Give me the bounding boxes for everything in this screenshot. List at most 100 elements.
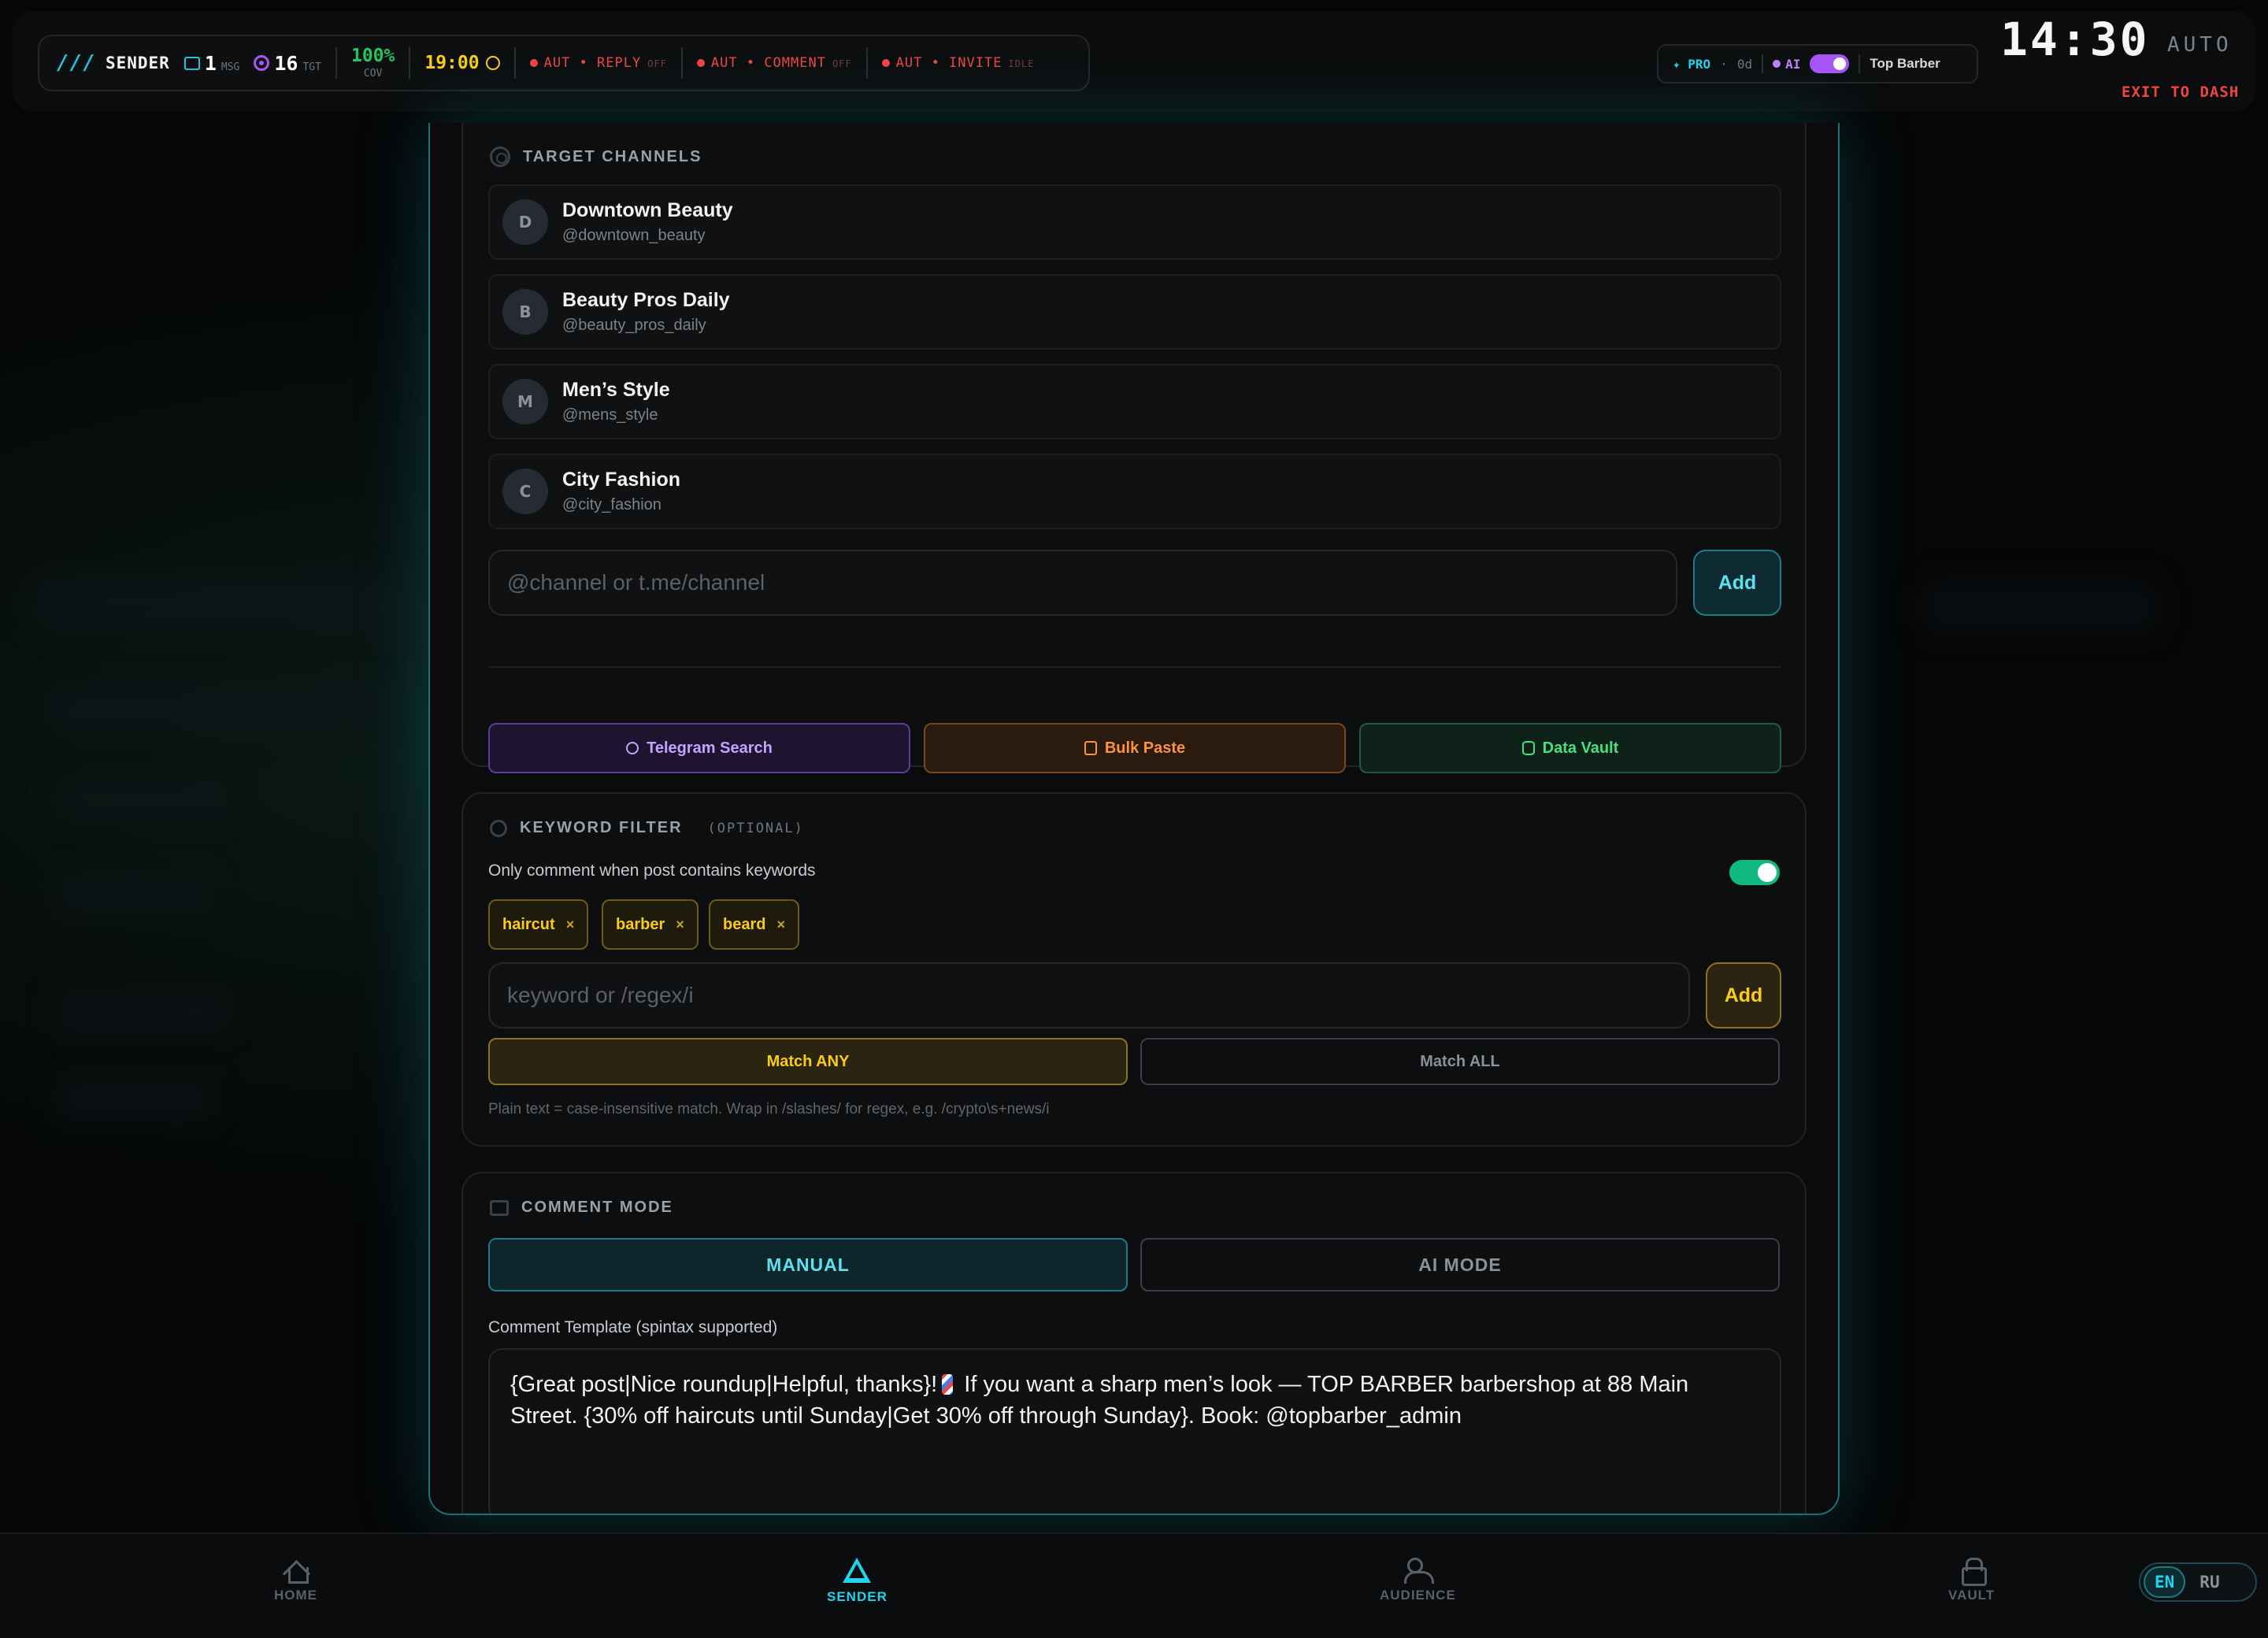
lang-ru-button[interactable]: RU [2190, 1568, 2229, 1596]
keyword-input[interactable]: keyword or /regex/i [488, 962, 1690, 1028]
channel-handle: @city_fashion [562, 496, 662, 513]
auto-comment-state: OFF [832, 58, 852, 69]
nav-audience-label: AUDIENCE [1380, 1588, 1456, 1603]
channel-item[interactable]: B Beauty Pros Daily @beauty_pros_daily [488, 274, 1781, 350]
manual-mode-button[interactable]: MANUAL [488, 1238, 1128, 1292]
nav-audience[interactable]: AUDIENCE [1380, 1558, 1456, 1603]
channel-name: Downtown Beauty [562, 199, 733, 221]
blurred-panel [1922, 583, 2158, 630]
keyword-filter-header: KEYWORD FILTER (OPTIONAL) [490, 819, 804, 837]
bulk-paste-label: Bulk Paste [1104, 739, 1186, 757]
comment-mode-header: COMMENT MODE [490, 1199, 673, 1217]
database-icon [1521, 741, 1535, 755]
add-keyword-button[interactable]: Add [1706, 962, 1781, 1028]
clock-icon [485, 56, 500, 70]
telegram-search-button[interactable]: Telegram Search [488, 723, 910, 773]
home-icon [284, 1558, 309, 1584]
add-channel-button[interactable]: Add [1693, 550, 1781, 616]
keyword-chip[interactable]: barber × [602, 899, 699, 950]
close-icon[interactable]: × [566, 917, 575, 933]
channel-name: Beauty Pros Daily [562, 289, 730, 311]
keyword-chip[interactable]: haircut × [488, 899, 589, 950]
divider [680, 47, 683, 79]
exit-to-dash-link[interactable]: EXIT TO DASH [2122, 83, 2239, 101]
divider [335, 47, 337, 79]
tgt-unit: TGT [302, 61, 321, 73]
sender-panel: TARGET CHANNELS D Downtown Beauty @downt… [428, 123, 1840, 1515]
channel-name: City Fashion [562, 469, 681, 491]
ai-toggle[interactable] [1810, 54, 1850, 73]
coverage-unit: COV [363, 68, 383, 80]
nav-sender[interactable]: SENDER [827, 1558, 888, 1605]
message-icon [183, 56, 200, 70]
comment-template-textarea[interactable]: {Great post|Nice roundup|Helpful, thanks… [488, 1348, 1781, 1514]
match-any-button[interactable]: Match ANY [488, 1038, 1128, 1085]
bottom-nav: HOME SENDER AUDIENCE VAULT [0, 1532, 2268, 1638]
channel-item[interactable]: C City Fashion @city_fashion [488, 454, 1781, 529]
blurred-panel [55, 1079, 213, 1118]
keyword-filter-card: KEYWORD FILTER (OPTIONAL) Only comment w… [461, 792, 1807, 1147]
schedule-time-value: 19:00 [424, 53, 480, 73]
avatar: C [502, 469, 548, 514]
users-icon [1404, 1558, 1435, 1584]
account-box: ✦ PRO · 0d AI Top Barber [1657, 44, 1978, 83]
target-channels-header: TARGET CHANNELS [490, 146, 702, 167]
plan-days: 0d [1736, 56, 1753, 72]
divider [513, 47, 516, 79]
auto-invite-status[interactable]: AUT • INVITE IDLE [881, 55, 1035, 71]
nav-vault[interactable]: VAULT [1948, 1558, 1995, 1603]
auto-reply-status[interactable]: AUT • REPLY OFF [529, 55, 667, 71]
blurred-panel [55, 780, 228, 819]
auto-invite-label: AUT • INVITE [895, 55, 1002, 71]
lang-en-button[interactable]: EN [2144, 1566, 2186, 1598]
keyword-chip[interactable]: beard × [709, 899, 799, 950]
data-vault-button[interactable]: Data Vault [1359, 723, 1781, 773]
blurred-panel [55, 874, 213, 914]
brand: /// SENDER [57, 51, 170, 75]
keyword-chip-label: haircut [502, 915, 555, 933]
channel-item[interactable]: D Downtown Beauty @downtown_beauty [488, 184, 1781, 260]
auto-comment-status[interactable]: AUT • COMMENT OFF [696, 55, 852, 71]
telegram-search-label: Telegram Search [647, 739, 773, 757]
ai-label: AI [1773, 57, 1800, 72]
status-dot-icon [881, 59, 890, 67]
nav-home[interactable]: HOME [274, 1558, 317, 1603]
barber-pole-icon [942, 1374, 954, 1395]
status-bar: /// SENDER 1 MSG 16 TGT 100% COV 19:00 A… [38, 35, 1090, 91]
comment-mode-title: COMMENT MODE [521, 1199, 673, 1216]
blurred-panel [32, 575, 410, 630]
msg-count: 1 [204, 51, 217, 75]
template-text-part1: {Great post|Nice roundup|Helpful, thanks… [510, 1372, 938, 1397]
channel-input[interactable]: @channel or t.me/channel [488, 550, 1677, 616]
nav-vault-label: VAULT [1948, 1588, 1996, 1603]
ai-mode-button[interactable]: AI MODE [1140, 1238, 1780, 1292]
ai-dot-icon [1773, 60, 1781, 68]
target-icon [254, 55, 270, 71]
close-icon[interactable]: × [776, 917, 785, 933]
search-icon [490, 819, 507, 837]
channel-name: Men’s Style [562, 379, 670, 401]
lock-icon [1961, 1558, 1987, 1586]
match-all-button[interactable]: Match ALL [1140, 1038, 1780, 1085]
plan-badge: ✦ PRO [1673, 56, 1711, 72]
channel-info: Beauty Pros Daily @beauty_pros_daily [562, 289, 730, 335]
optional-label: (OPTIONAL) [707, 820, 804, 836]
bulk-paste-button[interactable]: Bulk Paste [924, 723, 1346, 773]
channel-item[interactable]: M Men’s Style @mens_style [488, 364, 1781, 439]
msg-unit: MSG [220, 61, 240, 73]
auto-reply-label: AUT • REPLY [543, 55, 642, 71]
keyword-hint: Plain text = case-insensitive match. Wra… [488, 1101, 1050, 1117]
search-icon [626, 742, 639, 754]
close-icon[interactable]: × [676, 917, 684, 933]
divider [409, 47, 411, 79]
divider [865, 47, 868, 79]
status-dot-icon [696, 59, 705, 67]
brand-label: SENDER [105, 54, 170, 72]
target-icon [490, 146, 510, 167]
keyword-chip-label: beard [723, 915, 766, 933]
comment-mode-card: COMMENT MODE MANUAL AI MODE Comment Temp… [461, 1172, 1807, 1514]
divider [1858, 54, 1861, 73]
coverage-stat: 100% COV [351, 47, 395, 80]
avatar: M [502, 379, 548, 424]
keyword-filter-toggle[interactable] [1729, 860, 1780, 885]
